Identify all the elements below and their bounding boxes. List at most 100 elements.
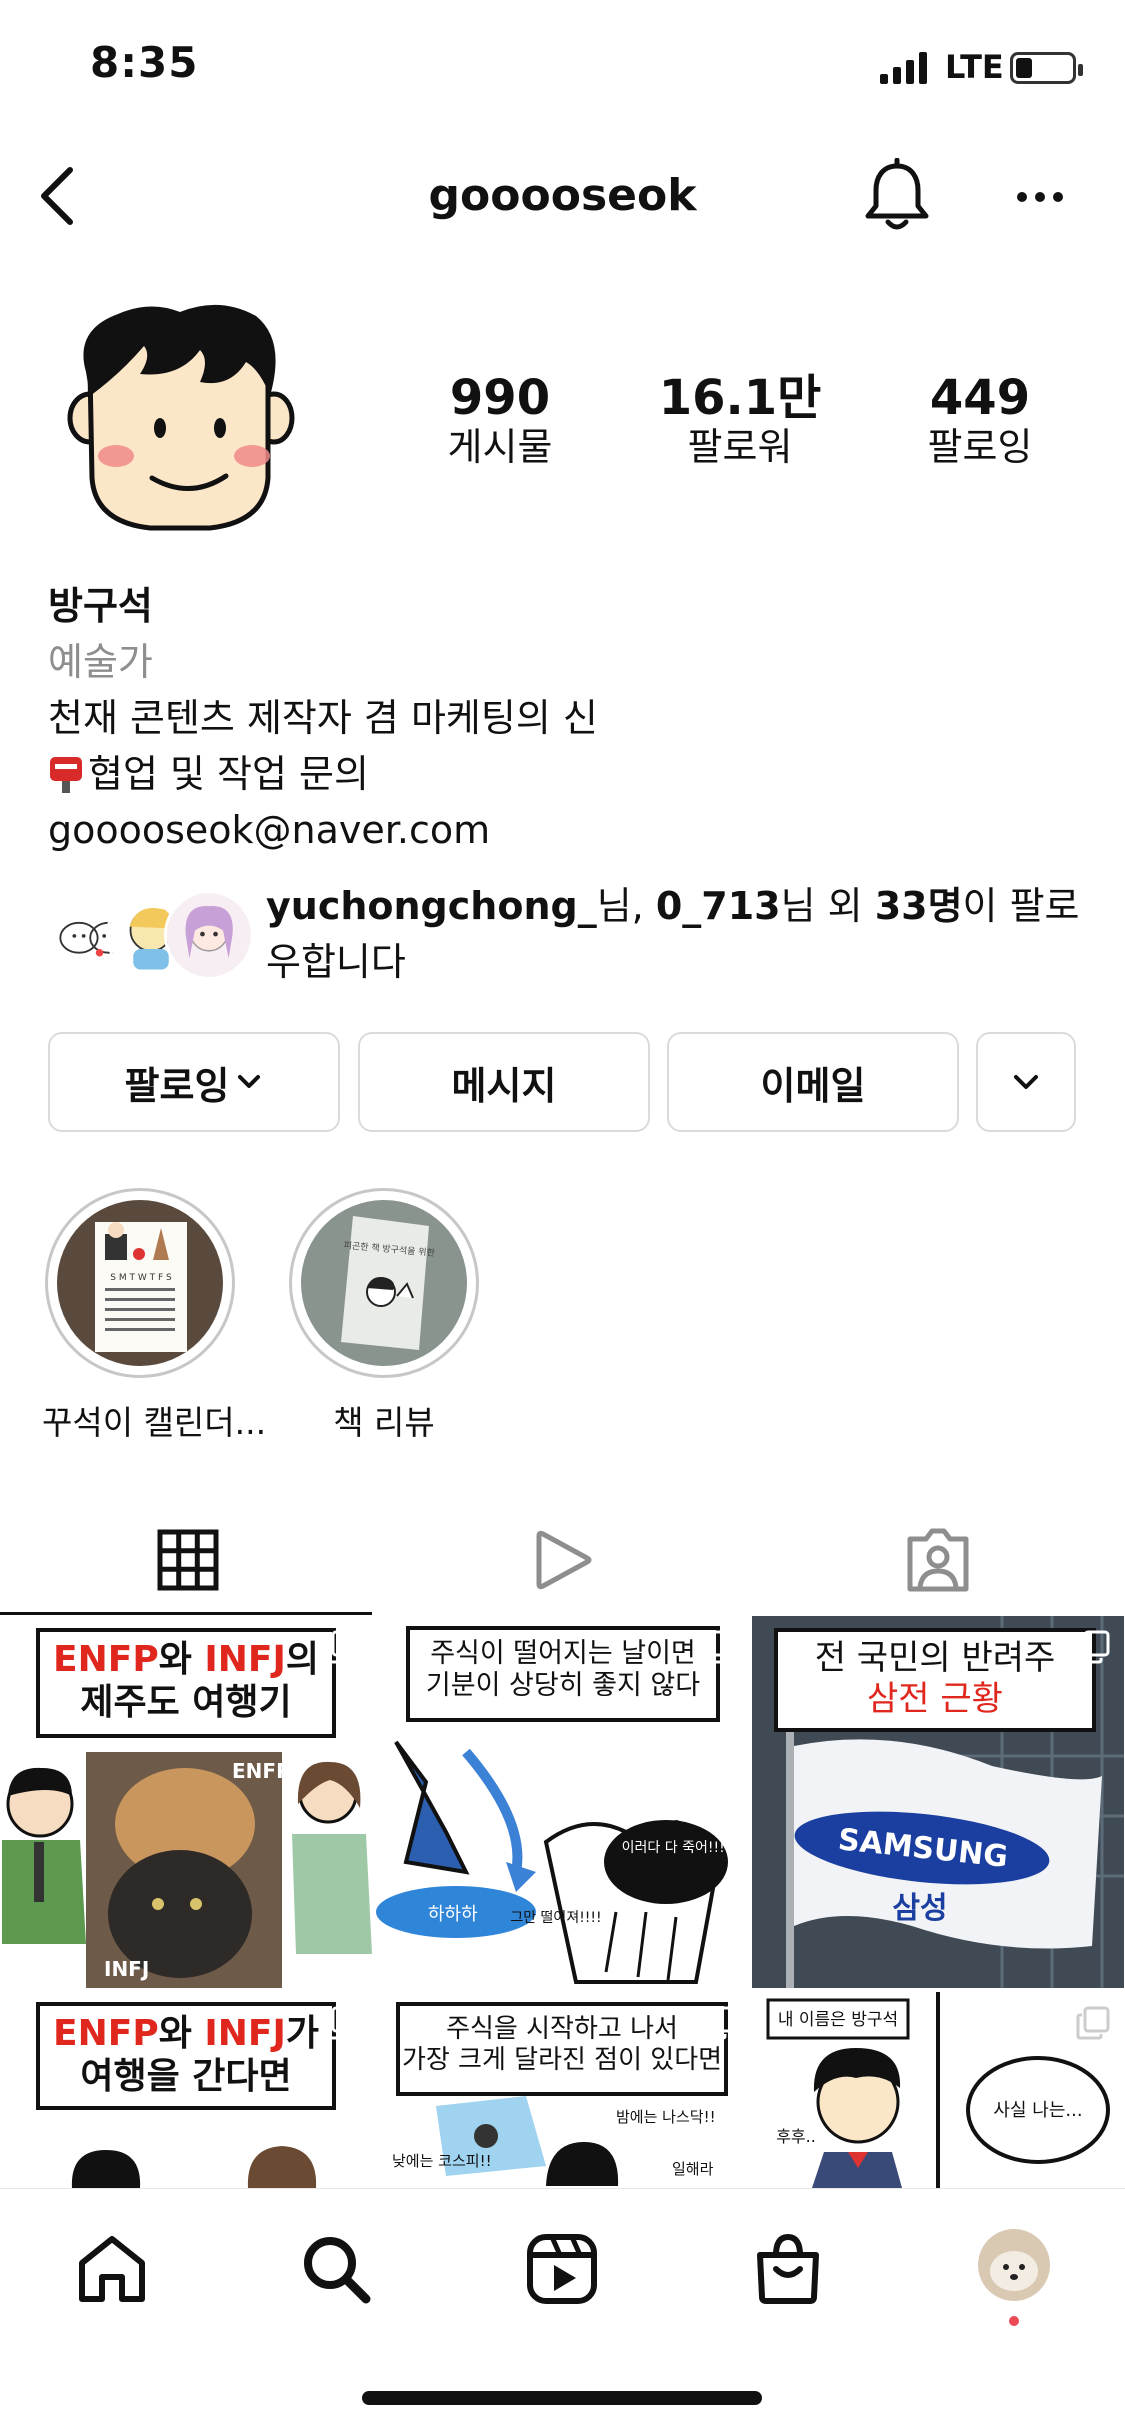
profile-avatar[interactable] [60,300,300,540]
shop-bag-icon[interactable] [748,2229,828,2309]
post-6-laugh: 후후.. [776,2127,816,2146]
post-4-title-suffix: 가 [285,2013,319,2054]
highlight-calendar-cover: S M T W T F S [57,1200,223,1366]
posts-count-stat[interactable]: 990 게시물 [400,372,600,470]
email-button-label: 이메일 [760,1063,866,1108]
active-tab-indicator [0,1612,372,1615]
posts-grid-tab[interactable] [0,1506,375,1614]
play-icon [536,1530,591,1590]
carousel-icon [700,1630,734,1664]
post-2-bubble-2: 그만 떨어져!!!! [510,1910,601,1926]
post-1-title-line2: 제주도 여행기 [80,1682,292,1724]
post-4-title-line2: 여행을 간다면 [80,2056,292,2098]
post-5-title-line1: 주식을 시작하고 나서 [446,2014,678,2044]
post-1-title-infj: INFJ [204,1639,286,1680]
post-4-title-and: 와 [158,2013,205,2054]
following-count-stat[interactable]: 449 팔로잉 [880,372,1080,470]
search-icon[interactable] [296,2229,376,2309]
post-1-title-enfp: ENFP [53,1639,159,1680]
post-thumbnail-2[interactable]: 주식이 떨어지는 날이면 기분이 상당히 좋지 않다 하하하 이러다 다 죽어!… [376,1616,748,1988]
carousel-icon [1076,1630,1110,1664]
carousel-icon [324,1630,358,1664]
reels-icon[interactable] [522,2229,602,2309]
highlight-ring: 피곤한 책 방구석을 위한 [289,1188,479,1378]
bio-email-link[interactable]: gooooseok@naver.com [48,802,1078,858]
tagged-person-icon [907,1528,968,1592]
profile-username-title: gooooseok [428,170,697,221]
mutual-follower-1-name[interactable]: yuchongchong_ [266,884,597,928]
chevron-down-icon [238,1075,261,1088]
bio-line-1: 천재 콘텐츠 제작자 겸 마케팅의 신 [48,696,598,740]
profile-name: 방구석 [48,584,153,628]
chevron-down-icon [1014,1075,1038,1089]
post-4-title: ENFP와 INFJ가 여행을 간다면 [36,2002,336,2110]
post-2-wave-text: 하하하 [428,1904,478,1925]
home-icon[interactable] [72,2229,152,2309]
post-4-title-enfp: ENFP [53,2013,159,2054]
highlight-calendar[interactable]: S M T W T F S 꾸석이 캘린더... [42,1188,266,1444]
mutual-followers[interactable]: yuchongchong_님, 0_713님 외 33명이 팔로우합니다 [48,878,1088,998]
more-options-icon[interactable] [1015,182,1065,212]
my-profile-avatar[interactable] [972,2223,1056,2327]
status-time: 8:35 [90,38,199,87]
notification-bell-icon[interactable] [862,158,932,234]
post-thumbnail-1[interactable]: ENFP와 INFJ의 제주도 여행기 ENFP INFJ [0,1616,372,1988]
followers-count: 16.1만 [658,370,822,426]
post-5-note-1: 낮에는 코스피!! [392,2152,492,2170]
post-6-bubble: 사실 나는... [993,2100,1082,2121]
home-indicator [362,2391,762,2405]
posts-count: 990 [449,370,551,426]
book-cover-image: 피곤한 책 방구석을 위한 [301,1200,467,1366]
message-button-label: 메시지 [451,1063,557,1108]
status-bar: 8:35 LTE [0,0,1125,140]
carousel-icon [324,2006,358,2040]
post-2-title: 주식이 떨어지는 날이면 기분이 상당히 좋지 않다 [406,1626,720,1722]
followers-label: 팔로워 [687,424,793,469]
profile-category: 예술가 [48,640,153,684]
reels-tab[interactable] [375,1506,750,1614]
email-button[interactable]: 이메일 [667,1032,959,1132]
following-count: 449 [929,370,1031,426]
post-5-note-3: 일해라 [672,2160,714,2178]
post-5-title: 주식을 시작하고 나서 가장 크게 달라진 점이 있다면 [396,2002,728,2096]
highlight-book-review[interactable]: 피곤한 책 방구석을 위한 책 리뷰 [286,1188,482,1444]
calendar-cover-image: S M T W T F S [57,1200,223,1366]
bio-line-2-text: 협업 및 작업 문의 [88,752,369,796]
post-6-name-box: 내 이름은 방구석 [778,2010,898,2030]
post-5-note-2: 밤에는 나스닥!! [616,2108,716,2126]
post-5-title-line2: 가장 크게 달라진 점이 있다면 [401,2045,723,2076]
mutual-follower-2-name[interactable]: 0_713 [656,884,781,928]
post-thumbnail-4[interactable]: ENFP와 INFJ가 여행을 간다면 [0,1992,372,2188]
highlight-book-cover: 피곤한 책 방구석을 위한 [301,1200,467,1366]
notification-dot [1009,2316,1019,2326]
following-button[interactable]: 팔로잉 [48,1032,340,1132]
post-thumbnail-5[interactable]: 주식을 시작하고 나서 가장 크게 달라진 점이 있다면 낮에는 코스피!! 밤… [376,1992,748,2188]
post-1-title-suffix: 의 [285,1639,319,1680]
carousel-icon [1076,2006,1110,2040]
message-button[interactable]: 메시지 [358,1032,650,1132]
highlight-ring: S M T W T F S [45,1188,235,1378]
post-1-illustration: ENFP INFJ [2,1752,372,1988]
followers-count-stat[interactable]: 16.1만 팔로워 [640,372,840,470]
post-4-title-infj: INFJ [204,2013,286,2054]
post-1-tag-enfp: ENFP [232,1759,291,1783]
posts-label: 게시물 [447,424,553,469]
post-1-tag-infj: INFJ [104,1957,149,1981]
post-thumbnail-3[interactable]: SAMSUNG 삼성 전 국민의 반려주 삼전 근황 [752,1616,1124,1988]
suggested-accounts-button[interactable] [976,1032,1076,1132]
post-2-title-line1: 주식이 떨어지는 날이면 [430,1638,696,1669]
carousel-icon [700,2006,734,2040]
post-2-bubble-1: 이러다 다 죽어!!!! [622,1840,731,1856]
calendar-weekdays: S M T W T F S [110,1273,172,1283]
mutual-others-count: 33명 [874,884,963,928]
post-2-illustration: 하하하 이러다 다 죽어!!!! 그만 떨어져!!!! [376,1740,731,1984]
post-4-illustration [71,2146,317,2188]
postbox-emoji-icon [50,757,82,793]
battery-icon [1010,52,1083,84]
tagged-tab[interactable] [750,1506,1125,1614]
mutual-text-sep-1: 님, [596,884,656,928]
profile-bio: 방구석 예술가 천재 콘텐츠 제작자 겸 마케팅의 신 협업 및 작업 문의 g… [48,578,1078,858]
post-thumbnail-6[interactable]: 내 이름은 방구석 후후.. 사실 나는... [752,1992,1124,2188]
mutual-followers-text: yuchongchong_님, 0_713님 외 33명이 팔로우합니다 [266,878,1096,990]
network-label: LTE [945,48,1004,86]
